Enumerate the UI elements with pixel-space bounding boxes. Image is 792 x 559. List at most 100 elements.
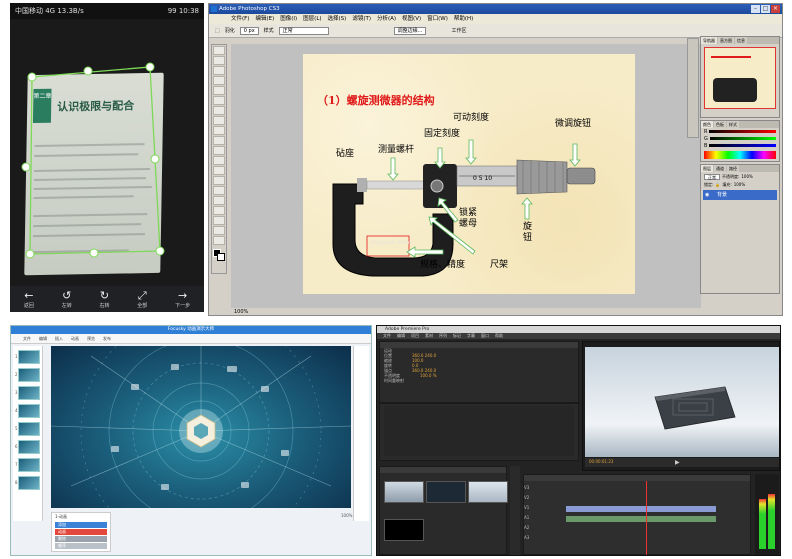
healing-brush-icon[interactable] [213,106,225,115]
maximize-button[interactable]: □ [761,5,770,13]
menu-window[interactable]: 窗口(W) [427,14,448,24]
menu-animation[interactable]: 动画 [71,334,79,343]
magic-wand-icon[interactable] [213,76,225,85]
collapsed-panel-strip[interactable] [687,38,699,138]
feather-input[interactable]: 0 px [239,26,259,35]
tab-styles[interactable]: 样式 [727,121,739,128]
rotate-left-button[interactable]: ↺ 左转 [62,289,72,309]
color-row-g[interactable]: G [701,135,779,142]
menu-filter[interactable]: 滤镜(T) [352,14,371,24]
move-tool-icon[interactable] [213,46,225,55]
lock-icon[interactable]: 🔒 [715,182,720,188]
slide-thumbnail[interactable]: 2 [15,368,40,382]
tab-swatches[interactable]: 色板 [714,121,726,128]
clip-thumbnail[interactable] [468,481,508,503]
menu-window[interactable]: 窗口 [481,333,489,339]
premiere-tools[interactable] [510,466,520,555]
menu-select[interactable]: 选择(S) [328,14,347,24]
menu-help[interactable]: 帮助 [495,333,503,339]
audio-clip[interactable] [566,516,716,522]
tab-info[interactable]: 信息 [735,37,747,44]
menu-analysis[interactable]: 分析(A) [377,14,396,24]
back-button[interactable]: ← 返回 [24,289,34,309]
next-step-button[interactable]: → 下一步 [175,289,190,309]
delete-button[interactable]: 删除 [55,536,107,542]
menu-help[interactable]: 帮助(H) [454,14,473,24]
slide-thumbnail[interactable]: 5 [15,422,40,436]
color-row-r[interactable]: R [701,128,779,135]
blur-tool-icon[interactable] [213,166,225,175]
menu-image[interactable]: 图像(I) [280,14,297,24]
clip-thumbnail[interactable] [384,481,424,503]
menu-view[interactable]: 视图(V) [402,14,421,24]
menu-publish[interactable]: 发布 [103,334,111,343]
tab-color[interactable]: 颜色 [701,121,713,128]
play-icon[interactable]: ▶ [675,459,680,466]
color-swatches[interactable] [213,249,225,261]
tab-navigator[interactable]: 导航器 [701,37,717,44]
menu-clip[interactable]: 素材 [425,333,433,339]
select-all-button[interactable]: ⤢ 全部 [137,289,147,309]
menu-title[interactable]: 字幕 [467,333,475,339]
crop-frame[interactable] [10,19,204,289]
effect-row[interactable]: 时间重映射 [380,378,578,383]
order-button[interactable]: 顺序 [55,543,107,549]
dodge-tool-icon[interactable] [213,176,225,185]
close-button[interactable]: × [771,5,780,13]
opacity-value[interactable]: 100% [741,174,752,180]
tab-channels[interactable]: 通道 [714,165,726,172]
path-select-icon[interactable] [213,206,225,215]
navigator-thumbnail[interactable] [704,47,776,109]
add-button[interactable]: 添加 [55,522,107,528]
minimize-button[interactable]: – [751,5,760,13]
menu-file[interactable]: 文件(F) [231,14,249,24]
menu-layer[interactable]: 图层(L) [303,14,321,24]
slide-thumbnail[interactable]: 1 [15,350,40,364]
menu-insert[interactable]: 插入 [55,334,63,343]
lasso-tool-icon[interactable] [213,66,225,75]
canvas-stage[interactable] [51,346,351,508]
clip-thumbnail[interactable] [384,519,424,541]
fill-value[interactable]: 100% [734,182,745,188]
slide-thumbnail[interactable]: 4 [15,404,40,418]
menu-edit[interactable]: 编辑 [397,333,405,339]
menu-marker[interactable]: 标记 [453,333,461,339]
zoom-level[interactable]: 100% [234,309,248,315]
slide-thumbnail[interactable]: 8 [15,476,40,490]
hand-tool-icon[interactable] [213,226,225,235]
marquee-tool-icon[interactable]: ⬚ [215,28,220,34]
pen-tool-icon[interactable] [213,186,225,195]
workspace-button[interactable]: 工作区 [451,27,466,34]
zoom-level[interactable]: 100% [341,513,352,518]
menu-edit[interactable]: 编辑 [39,334,47,343]
right-tool-strip[interactable] [353,346,369,521]
eraser-tool-icon[interactable] [213,146,225,155]
brush-tool-icon[interactable] [213,116,225,125]
slide-thumbnail[interactable]: 6 [15,440,40,454]
zoom-tool-icon[interactable] [213,236,225,245]
text-tool-icon[interactable] [213,196,225,205]
history-brush-icon[interactable] [213,136,225,145]
slide-thumbnail[interactable]: 7 [15,458,40,472]
menu-project[interactable]: 项目 [411,333,419,339]
animation-button[interactable]: 动画 [55,529,107,535]
layer-background[interactable]: ◉ 背景 [703,190,777,200]
tab-paths[interactable]: 路径 [727,165,739,172]
video-clip[interactable] [566,506,716,512]
refine-edge-button[interactable]: 调整边缘... [393,26,427,35]
playhead[interactable] [646,481,647,555]
tab-histogram[interactable]: 直方图 [718,37,734,44]
program-video-frame[interactable] [585,347,779,457]
clip-thumbnail[interactable] [426,481,466,503]
tab-layers[interactable]: 图层 [701,165,713,172]
menu-file[interactable]: 文件 [23,334,31,343]
slice-tool-icon[interactable] [213,96,225,105]
menu-file[interactable]: 文件 [383,333,391,339]
rotate-right-button[interactable]: ↻ 右转 [99,289,109,309]
color-row-b[interactable]: B [701,142,779,149]
clone-stamp-icon[interactable] [213,126,225,135]
shape-tool-icon[interactable] [213,216,225,225]
menu-sequence[interactable]: 序列 [439,333,447,339]
document-canvas[interactable]: （1）螺旋测微器的结构 0 5 10 0.01mm 0~25mm 砧座 测量螺杆… [303,54,635,294]
style-select[interactable]: 正常 [278,26,329,35]
